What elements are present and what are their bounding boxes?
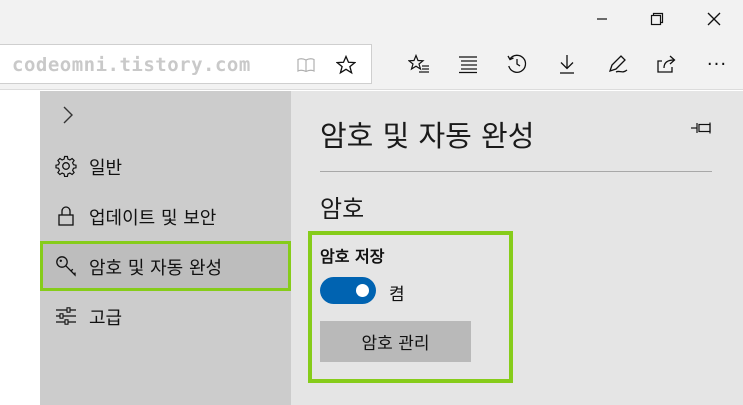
save-password-label: 암호 저장: [320, 247, 385, 266]
restore-button[interactable]: [634, 0, 680, 38]
toggle-state-label: 켬: [389, 285, 405, 305]
minimize-icon: [597, 18, 607, 20]
browser-toolbar: codeomni.tistory.com ···: [0, 38, 743, 90]
nav-item-password-autofill[interactable]: 암호 및 자동 완성: [40, 241, 291, 291]
divider: [320, 171, 712, 172]
url-text[interactable]: codeomni.tistory.com: [12, 54, 251, 76]
reading-list-icon[interactable]: [450, 46, 486, 82]
settings-content: 암호 및 자동 완성 암호 암호 저장 켬 암호 관리: [291, 91, 743, 405]
key-icon: [54, 254, 78, 278]
gear-icon: [54, 154, 78, 178]
history-icon[interactable]: [499, 46, 535, 82]
manage-passwords-button[interactable]: 암호 관리: [320, 321, 471, 362]
nav-item-label: 일반: [89, 158, 123, 179]
star-icon[interactable]: [332, 45, 360, 85]
book-icon[interactable]: [292, 45, 320, 85]
sliders-icon: [54, 304, 78, 328]
nav-item-label: 고급: [89, 308, 123, 329]
save-password-toggle[interactable]: [320, 277, 376, 304]
more-icon[interactable]: ···: [699, 46, 735, 82]
close-icon: [707, 12, 721, 26]
nav-item-label: 암호 및 자동 완성: [89, 258, 223, 279]
download-icon[interactable]: [549, 46, 585, 82]
nav-item-update-security[interactable]: 업데이트 및 보안: [40, 191, 291, 241]
pin-icon[interactable]: [689, 117, 715, 139]
nav-item-label: 업데이트 및 보안: [89, 208, 217, 229]
minimize-button[interactable]: [579, 0, 625, 38]
page-content-area: [0, 91, 40, 405]
address-bar[interactable]: codeomni.tistory.com: [0, 44, 372, 84]
section-title: 암호: [320, 195, 365, 223]
toggle-knob: [356, 284, 369, 297]
share-icon[interactable]: [649, 46, 685, 82]
nav-item-general[interactable]: 일반: [40, 141, 291, 191]
favorites-icon[interactable]: [401, 46, 437, 82]
close-button[interactable]: [691, 0, 737, 38]
page-title: 암호 및 자동 완성: [320, 119, 535, 153]
restore-icon: [650, 12, 664, 26]
settings-nav: 일반 업데이트 및 보안 암호 및 자동 완성 고급: [40, 91, 291, 405]
lock-icon: [54, 204, 78, 228]
pen-icon[interactable]: [600, 46, 636, 82]
title-bar: [0, 0, 743, 38]
chevron-right-icon[interactable]: [58, 103, 78, 127]
nav-item-advanced[interactable]: 고급: [40, 291, 291, 341]
